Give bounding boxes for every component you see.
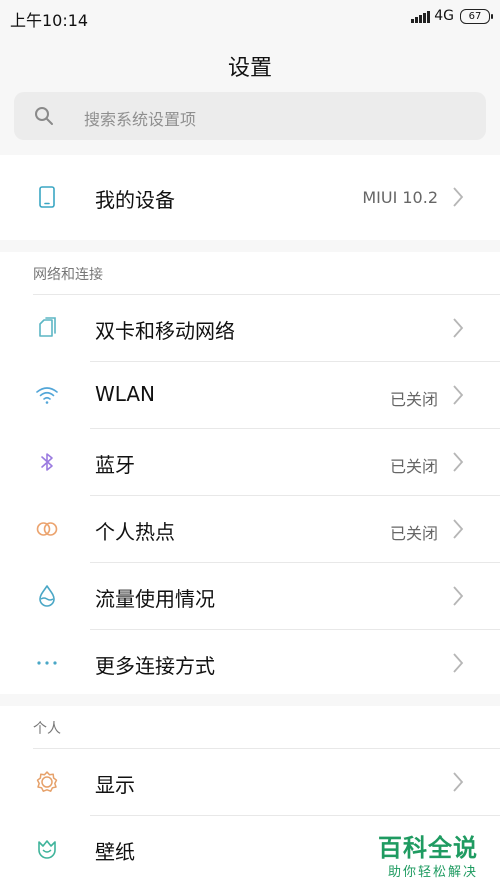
chevron-right-icon xyxy=(453,519,464,539)
watermark-subtitle: 助你轻松解决 xyxy=(387,865,478,880)
signal-icon xyxy=(411,9,431,23)
wlan-status: 已关闭 xyxy=(389,390,438,409)
wallpaper-label: 壁纸 xyxy=(95,840,135,864)
dual-sim-label: 双卡和移动网络 xyxy=(95,319,235,343)
chevron-right-icon xyxy=(453,452,464,472)
watermark-logo: 百科全说 助你轻松解决 xyxy=(378,828,488,880)
battery-level: 67 xyxy=(468,10,482,22)
water-drop-icon xyxy=(39,585,55,607)
search-icon xyxy=(35,107,53,125)
my-device-label: 我的设备 xyxy=(95,188,175,212)
title-bar: 设置 xyxy=(0,34,500,90)
status-bar: 上午10:14 4G 67 xyxy=(0,0,500,34)
chevron-right-icon xyxy=(453,187,464,207)
chevron-right-icon xyxy=(453,653,464,673)
hotspot-icon xyxy=(36,522,58,536)
section-title-personal: 个人 xyxy=(33,721,61,737)
row-hotspot[interactable]: 个人热点 已关闭 xyxy=(0,496,500,562)
chevron-right-icon xyxy=(453,385,464,405)
data-usage-label: 流量使用情况 xyxy=(95,587,215,611)
hotspot-status: 已关闭 xyxy=(389,524,438,543)
status-time: 上午10:14 xyxy=(10,11,89,30)
more-dots-icon xyxy=(37,661,57,665)
row-more-connection[interactable]: 更多连接方式 xyxy=(0,630,500,696)
status-icons: 4G 67 xyxy=(411,8,493,24)
search-placeholder: 搜索系统设置项 xyxy=(84,110,197,129)
chevron-right-icon xyxy=(453,772,464,792)
wlan-label: WLAN xyxy=(95,382,156,406)
row-display[interactable]: 显示 xyxy=(0,749,500,815)
row-wlan[interactable]: WLAN 已关闭 xyxy=(0,362,500,428)
brightness-icon xyxy=(36,771,58,792)
chevron-right-icon xyxy=(453,586,464,606)
row-bluetooth[interactable]: 蓝牙 已关闭 xyxy=(0,429,500,495)
display-label: 显示 xyxy=(95,773,135,797)
row-data-usage[interactable]: 流量使用情况 xyxy=(0,563,500,629)
my-device-version: MIUI 10.2 xyxy=(362,188,438,207)
network-type: 4G xyxy=(434,8,454,24)
bluetooth-label: 蓝牙 xyxy=(95,453,135,477)
row-dual-sim[interactable]: 双卡和移动网络 xyxy=(0,295,500,361)
sim-cards-icon xyxy=(39,317,56,337)
search-bar[interactable]: 搜索系统设置项 xyxy=(14,92,486,140)
more-connection-label: 更多连接方式 xyxy=(95,654,215,678)
device-card: 我的设备 MIUI 10.2 xyxy=(0,155,500,240)
tulip-icon xyxy=(38,840,56,859)
battery-icon: 67 xyxy=(460,8,493,24)
hotspot-label: 个人热点 xyxy=(95,520,175,544)
page-title: 设置 xyxy=(227,56,272,81)
phone-icon xyxy=(39,186,55,208)
network-card: 网络和连接 双卡和移动网络 WLAN 已关闭 蓝牙 已关闭 个人热点 已关闭 流… xyxy=(0,252,500,694)
bluetooth-icon xyxy=(41,453,53,471)
my-device-row[interactable]: 我的设备 MIUI 10.2 xyxy=(0,164,500,230)
bluetooth-status: 已关闭 xyxy=(389,457,438,476)
chevron-right-icon xyxy=(453,318,464,338)
wifi-icon xyxy=(36,387,58,404)
section-title-network: 网络和连接 xyxy=(33,267,103,283)
watermark-title: 百科全说 xyxy=(378,834,478,862)
